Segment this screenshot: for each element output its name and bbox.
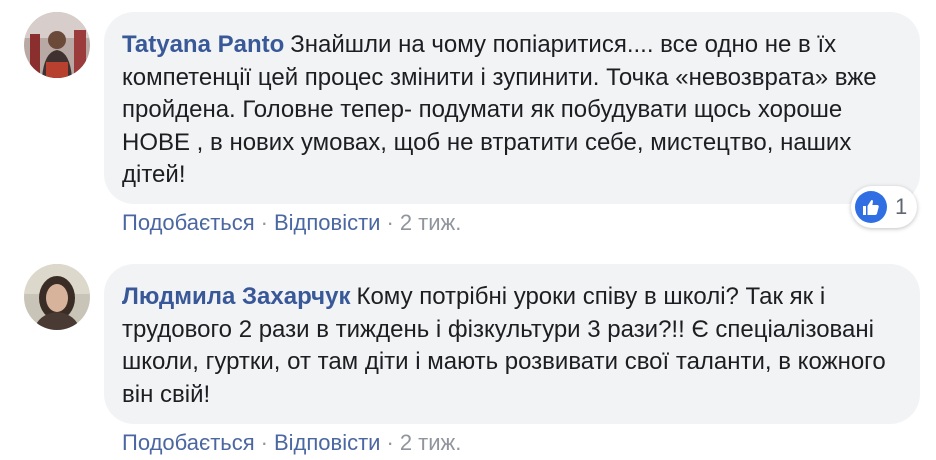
separator: · [260, 210, 268, 235]
reaction-count: 1 [895, 194, 908, 219]
comment-actions: Подобається · Відповісти · 2 тиж. [122, 210, 461, 236]
like-button[interactable]: Подобається [122, 210, 255, 235]
avatar[interactable] [24, 12, 90, 78]
avatar-photo [24, 264, 90, 330]
comment-actions: Подобається · Відповісти · 2 тиж. [122, 430, 461, 456]
comment-timestamp[interactable]: 2 тиж. [400, 430, 462, 455]
comment-text-block: Людмила Захарчук Кому потрібні уроки спів… [122, 281, 896, 411]
like-button[interactable]: Подобається [122, 430, 255, 455]
comment-timestamp[interactable]: 2 тиж. [400, 210, 462, 235]
comment-text-block: Tatyana Panto Знайшли на чому попіаритися… [122, 29, 896, 192]
comment-author[interactable]: Людмила Захарчук [122, 283, 350, 310]
avatar[interactable] [24, 264, 90, 330]
comment-bubble: Tatyana Panto Знайшли на чому попіаритися… [104, 12, 920, 204]
separator: · [386, 210, 394, 235]
comment-bubble: Людмила Захарчук Кому потрібні уроки спів… [104, 264, 920, 424]
avatar-photo [24, 12, 90, 78]
comment-author[interactable]: Tatyana Panto [122, 31, 284, 58]
reply-button[interactable]: Відповісти [274, 430, 381, 455]
like-icon [855, 191, 887, 223]
reply-button[interactable]: Відповісти [274, 210, 381, 235]
separator: · [260, 430, 268, 455]
reaction-summary[interactable]: 1 [851, 186, 918, 228]
separator: · [386, 430, 394, 455]
